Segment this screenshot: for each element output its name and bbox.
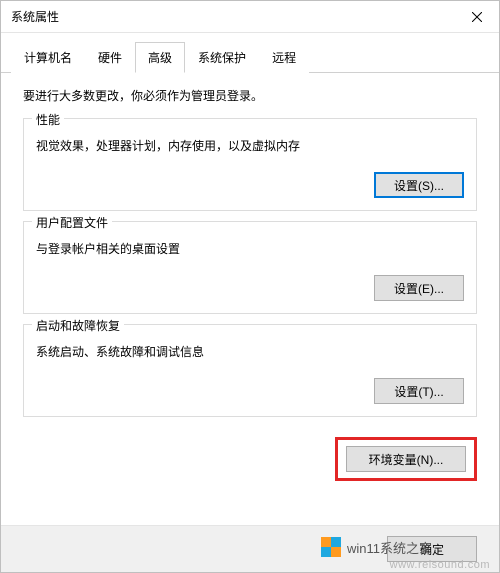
ok-button[interactable]: 确定 — [387, 536, 477, 562]
close-button[interactable] — [454, 2, 499, 32]
titlebar: 系统属性 — [1, 1, 499, 33]
group-performance-legend: 性能 — [32, 111, 64, 128]
group-performance-desc: 视觉效果，处理器计划，内存使用，以及虚拟内存 — [36, 137, 464, 154]
env-button-row: 环境变量(N)... — [23, 437, 477, 481]
tab-hardware[interactable]: 硬件 — [85, 42, 135, 73]
window-title: 系统属性 — [11, 8, 59, 25]
tab-computer-name[interactable]: 计算机名 — [11, 42, 85, 73]
tab-system-protection[interactable]: 系统保护 — [185, 42, 259, 73]
env-button-highlight: 环境变量(N)... — [335, 437, 477, 481]
tab-remote[interactable]: 远程 — [259, 42, 309, 73]
admin-notice-text: 要进行大多数更改，你必须作为管理员登录。 — [23, 87, 477, 104]
group-startup-recovery: 启动和故障恢复 系统启动、系统故障和调试信息 设置(T)... — [23, 324, 477, 417]
startup-recovery-settings-button[interactable]: 设置(T)... — [374, 378, 464, 404]
group-performance: 性能 视觉效果，处理器计划，内存使用，以及虚拟内存 设置(S)... — [23, 118, 477, 211]
group-startup-recovery-desc: 系统启动、系统故障和调试信息 — [36, 343, 464, 360]
group-user-profiles-desc: 与登录帐户相关的桌面设置 — [36, 240, 464, 257]
group-user-profiles-legend: 用户配置文件 — [32, 214, 112, 231]
tab-strip: 计算机名 硬件 高级 系统保护 远程 — [1, 33, 499, 73]
system-properties-window: 系统属性 计算机名 硬件 高级 系统保护 远程 要进行大多数更改，你必须作为管理… — [0, 0, 500, 573]
tab-content-advanced: 要进行大多数更改，你必须作为管理员登录。 性能 视觉效果，处理器计划，内存使用，… — [1, 73, 499, 525]
close-icon — [472, 12, 482, 22]
environment-variables-button[interactable]: 环境变量(N)... — [346, 446, 466, 472]
group-user-profiles: 用户配置文件 与登录帐户相关的桌面设置 设置(E)... — [23, 221, 477, 314]
performance-settings-button[interactable]: 设置(S)... — [374, 172, 464, 198]
tab-advanced[interactable]: 高级 — [135, 42, 185, 73]
user-profiles-settings-button[interactable]: 设置(E)... — [374, 275, 464, 301]
group-startup-recovery-legend: 启动和故障恢复 — [32, 317, 124, 334]
dialog-button-bar: 确定 — [1, 525, 499, 572]
